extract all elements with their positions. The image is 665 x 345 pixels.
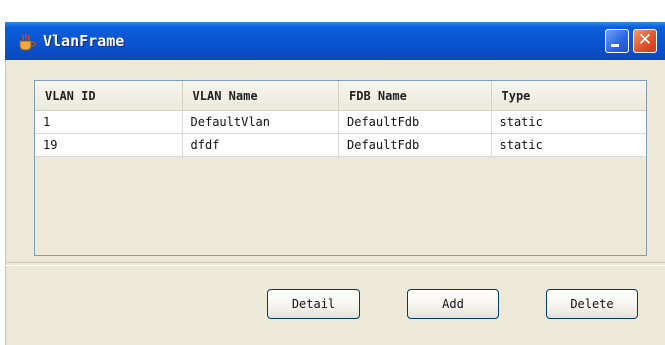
column-header-vlan-id[interactable]: VLAN ID (35, 81, 183, 110)
add-button[interactable]: Add (407, 289, 499, 319)
cell-vlan-name: DefaultVlan (183, 111, 339, 133)
delete-button[interactable]: Delete (546, 289, 638, 319)
close-button[interactable]: ✕ (633, 29, 657, 53)
vlan-frame-window: VlanFrame ✕ VLAN ID VLAN Name FDB Name T… (5, 22, 665, 345)
cell-type: static (499, 138, 543, 152)
cell-vlan-id: 1 (35, 111, 183, 133)
table-row[interactable]: 19 dfdf DefaultFdb static (35, 134, 646, 157)
column-header-fdb-name[interactable]: FDB Name (339, 81, 492, 110)
minimize-button[interactable] (605, 29, 629, 53)
table-row[interactable]: 1 DefaultVlan DefaultFdb static (35, 111, 646, 134)
column-header-type[interactable]: Type (492, 81, 646, 110)
window-title: VlanFrame (43, 32, 125, 50)
detail-button[interactable]: Detail (267, 289, 360, 319)
cell-fdb-name: DefaultFdb (339, 134, 492, 156)
table-header: VLAN ID VLAN Name FDB Name Type (35, 81, 646, 111)
cell-fdb-name: DefaultFdb (339, 111, 492, 133)
cell-vlan-name: dfdf (183, 134, 339, 156)
column-header-vlan-name[interactable]: VLAN Name (183, 81, 339, 110)
title-bar[interactable]: VlanFrame ✕ (5, 22, 665, 60)
cell-vlan-id: 19 (35, 134, 183, 156)
cell-type: static (499, 115, 543, 129)
separator (5, 262, 665, 266)
close-icon: ✕ (637, 30, 653, 50)
vlan-table: VLAN ID VLAN Name FDB Name Type 1 Defaul… (34, 80, 647, 256)
java-cup-icon (17, 33, 37, 51)
